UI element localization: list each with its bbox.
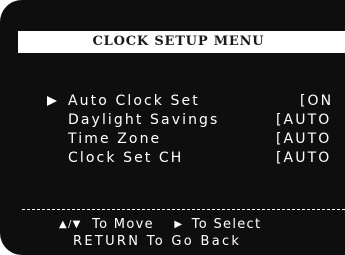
- menu-item-value: [AUTO: [276, 131, 332, 147]
- menu-item-time-zone[interactable]: Time Zone [AUTO: [0, 130, 345, 148]
- dashed-divider: [22, 209, 345, 210]
- menu-item-auto-clock-set[interactable]: Auto Clock Set [ON: [0, 92, 345, 110]
- menu-item-label: Time Zone: [68, 131, 162, 147]
- back-hint: RETURN To Go Back: [0, 234, 345, 250]
- menu-item-value: [AUTO: [276, 112, 332, 128]
- menu-item-value: [AUTO: [276, 150, 332, 166]
- menu-title: CLOCK SETUP MENU: [18, 31, 345, 53]
- menu-item-clock-set-ch[interactable]: Clock Set CH [AUTO: [0, 149, 345, 167]
- menu-item-value: [ON: [300, 93, 334, 109]
- navigation-hint: ▲/▼ To Move ▶ To Select: [0, 217, 345, 233]
- menu-item-label: Daylight Savings: [68, 112, 220, 128]
- up-down-arrows-icon: ▲/▼: [59, 219, 82, 230]
- selection-cursor-icon: [47, 96, 57, 106]
- back-hint-label: RETURN To Go Back: [73, 234, 242, 249]
- menu-item-daylight-savings[interactable]: Daylight Savings [AUTO: [0, 111, 345, 129]
- clock-setup-screen: CLOCK SETUP MENU Auto Clock Set [ON Dayl…: [0, 0, 345, 255]
- move-hint-label: To Move: [92, 217, 154, 232]
- select-hint-label: To Select: [191, 217, 262, 232]
- menu-item-label: Auto Clock Set: [68, 93, 200, 109]
- menu-item-label: Clock Set CH: [68, 150, 184, 166]
- right-triangle-icon: ▶: [174, 219, 184, 230]
